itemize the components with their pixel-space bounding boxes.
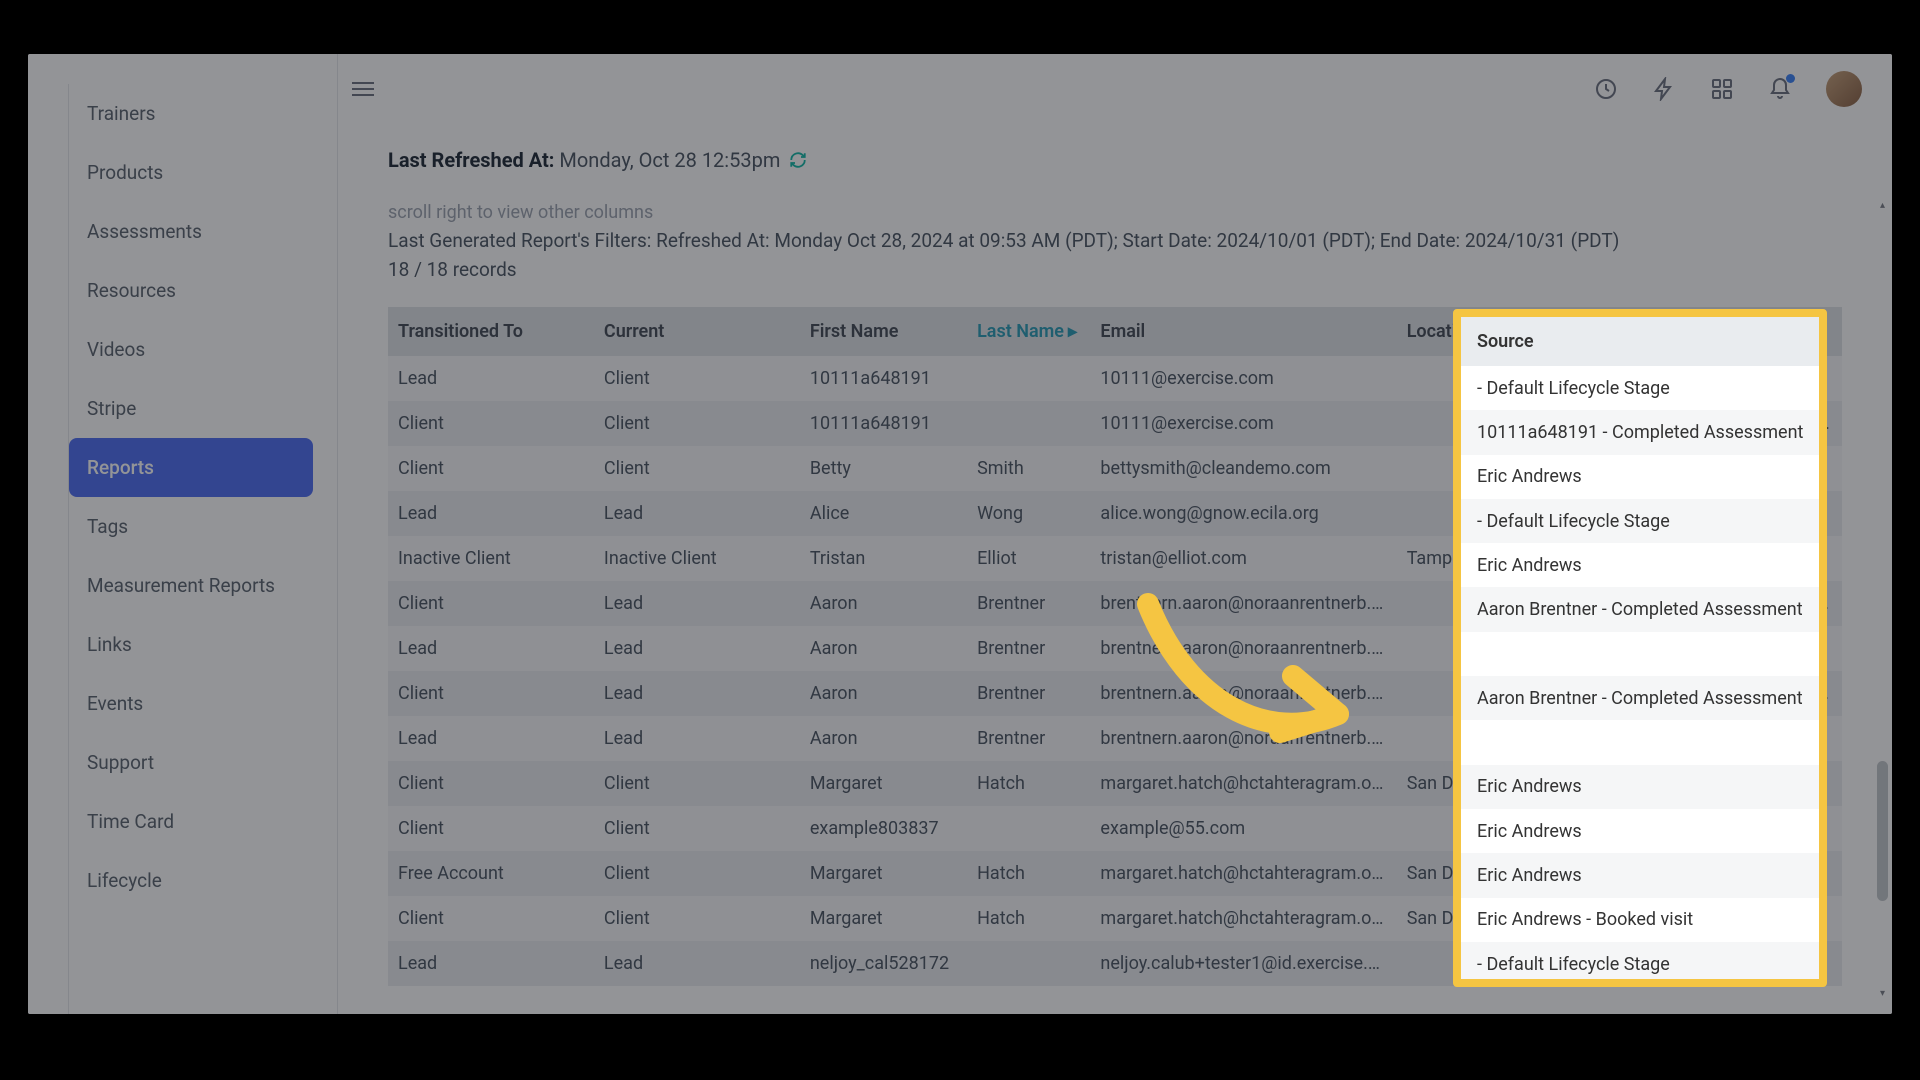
source-cell: Aaron Brentner - Completed Assessment [1461,676,1819,720]
source-cell: Eric Andrews [1461,809,1819,853]
source-cell: - Default Lifecycle Stage [1461,366,1819,410]
source-cell: Aaron Brentner - Completed Assessment [1461,587,1819,631]
source-header: Source [1461,317,1819,366]
source-cell: Eric Andrews [1461,765,1819,809]
annotation-arrow-icon [1128,584,1388,774]
app-window: TrainersProductsAssessmentsResourcesVide… [28,54,1892,1014]
source-cell: Eric Andrews [1461,455,1819,499]
source-cell: - Default Lifecycle Stage [1461,942,1819,986]
source-cell: 10111a648191 - Completed Assessment [1461,410,1819,454]
source-column-highlight: Source - Default Lifecycle Stage10111a64… [1461,317,1819,986]
source-cell: Eric Andrews - Booked visit [1461,898,1819,942]
source-cell: - Default Lifecycle Stage [1461,499,1819,543]
source-cell: Eric Andrews [1461,853,1819,897]
source-cell [1461,632,1819,676]
source-cell: Eric Andrews [1461,543,1819,587]
source-cell [1461,720,1819,764]
